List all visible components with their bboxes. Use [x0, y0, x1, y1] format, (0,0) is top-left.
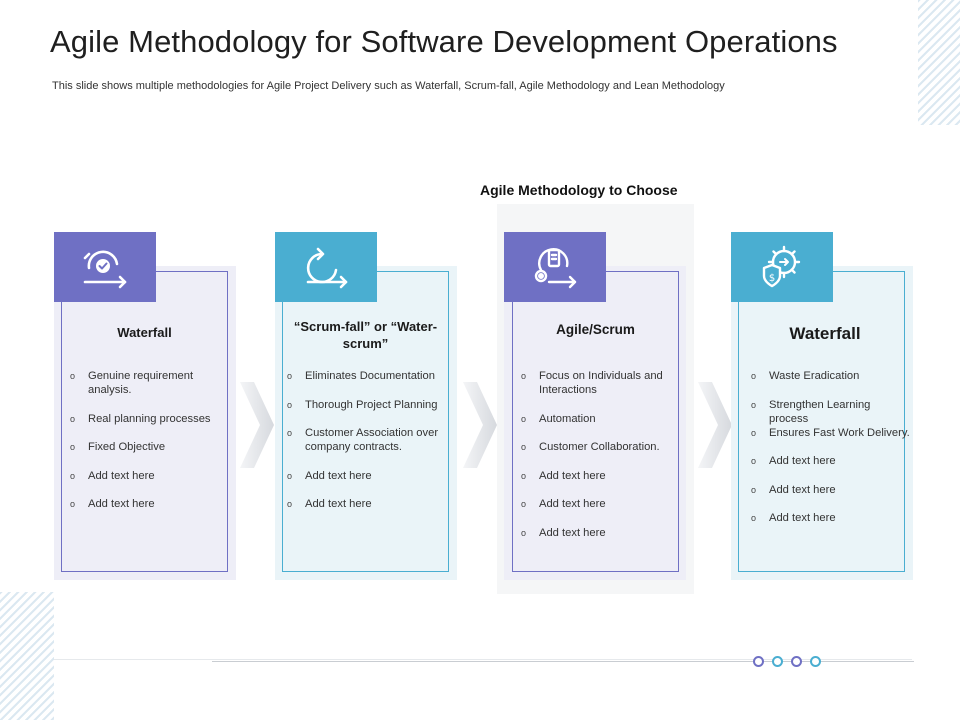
- cycle-check-icon: [83, 250, 127, 289]
- list-item-text: Customer Association over company contra…: [305, 427, 439, 453]
- bullet-marker: o: [521, 371, 527, 381]
- mobile-gear-icon: [534, 248, 577, 289]
- card-bullets: o Genuine requirement analysis. o Real pla…: [70, 369, 230, 526]
- card-icon-box: [54, 232, 156, 302]
- list-item: o Customer Association over company contr…: [287, 426, 452, 454]
- svg-text:$: $: [769, 273, 775, 284]
- bullet-marker: o: [70, 442, 76, 452]
- list-item: o Add text here: [521, 469, 681, 483]
- chevron-right-icon: [463, 382, 497, 468]
- list-item-text: Thorough Project Planning: [305, 398, 438, 411]
- decorative-hatch-top-right: [918, 0, 960, 125]
- list-item-text: Add text here: [769, 512, 836, 524]
- list-item: o Focus on Individuals and Interactions: [521, 369, 681, 397]
- bullet-marker: o: [70, 413, 76, 424]
- choose-label: Agile Methodology to Choose: [480, 182, 678, 198]
- bullet-marker: o: [751, 399, 757, 410]
- bullet-marker: o: [70, 371, 76, 381]
- page-dot: [810, 656, 821, 667]
- list-item-text: Add text here: [769, 455, 836, 467]
- card-title: Agile/Scrum: [556, 322, 635, 337]
- list-item-text: Customer Collaboration.: [539, 441, 660, 453]
- slide-subtitle: This slide shows multiple methodologies …: [52, 80, 725, 92]
- bullet-marker: o: [287, 470, 293, 481]
- list-item-text: Real planning processes: [88, 412, 211, 425]
- list-item-text: Automation: [539, 412, 596, 425]
- card-icon-box: [275, 232, 377, 302]
- list-item: o Add text here: [521, 526, 681, 540]
- card-title: Waterfall: [117, 325, 172, 340]
- list-item: o Genuine requirement analysis.: [70, 369, 230, 397]
- bullet-marker: o: [70, 499, 76, 509]
- chevron-right-icon: [240, 382, 274, 468]
- list-item: o Add text here: [70, 497, 230, 511]
- list-item: o Automation: [521, 412, 681, 426]
- card-title: Waterfall: [789, 324, 861, 343]
- list-item-text: Strengthen Learning process: [769, 398, 871, 425]
- bullet-marker: o: [287, 399, 293, 410]
- list-item-text: Add text here: [539, 526, 606, 539]
- list-item-text: Waste Eradication: [769, 370, 860, 382]
- bullet-marker: o: [70, 470, 76, 481]
- bullet-marker: o: [521, 442, 527, 452]
- list-item: o Add text here: [287, 469, 452, 483]
- bullet-marker: o: [521, 499, 527, 509]
- list-item: o Add text here: [287, 497, 452, 511]
- list-item-text: Ensures Fast Work Delivery.: [769, 426, 910, 439]
- slide-title: Agile Methodology for Software Developme…: [50, 24, 838, 59]
- bullet-marker: o: [521, 413, 527, 424]
- bullet-marker: o: [751, 456, 757, 466]
- page-dot: [753, 656, 764, 667]
- list-item: o Thorough Project Planning: [287, 398, 452, 412]
- list-item-text: Fixed Objective: [88, 441, 166, 453]
- bullet-marker: o: [751, 513, 757, 523]
- page-dot: [772, 656, 783, 667]
- list-item: o Add text here: [751, 454, 911, 468]
- card-icon-box: $: [731, 232, 833, 302]
- bullet-marker: o: [287, 499, 293, 509]
- list-item-text: Add text here: [88, 498, 155, 510]
- list-item: o Add text here: [751, 511, 911, 525]
- list-item-text: Add text here: [539, 469, 606, 482]
- card-bullets: o Waste Eradication o Strengthen Learning …: [751, 369, 911, 540]
- list-item: o Fixed Objective: [70, 440, 230, 454]
- bullet-marker: o: [751, 484, 757, 495]
- card-bullets: o Focus on Individuals and Interactions o…: [521, 369, 681, 554]
- decorative-hatch-bottom-left: [0, 592, 54, 720]
- list-item-text: Genuine requirement analysis.: [88, 370, 194, 396]
- list-item-text: Focus on Individuals and Interactions: [539, 370, 663, 396]
- gear-shield-dollar-icon: $: [762, 245, 801, 288]
- list-item-text: Add text here: [305, 469, 372, 482]
- list-item: o Ensures Fast Work Delivery.: [751, 426, 911, 440]
- card-icon-box: [504, 232, 606, 302]
- page-dot: [791, 656, 802, 667]
- list-item: o Add text here: [70, 469, 230, 483]
- list-item: o Add text here: [521, 497, 681, 511]
- bullet-marker: o: [751, 427, 757, 438]
- card-title: “Scrum-fall” or “Water-scrum”: [293, 319, 438, 351]
- bullet-marker: o: [521, 470, 527, 481]
- list-item: o Real planning processes: [70, 412, 230, 426]
- list-item-text: Add text here: [539, 498, 606, 510]
- bullet-marker: o: [521, 527, 527, 538]
- list-item: o Add text here: [751, 483, 911, 497]
- bullet-marker: o: [287, 428, 293, 438]
- bullet-marker: o: [751, 371, 757, 381]
- card-bullets: o Eliminates Documentation o Thorough Proj…: [287, 369, 452, 526]
- bullet-marker: o: [287, 371, 293, 381]
- list-item: o Eliminates Documentation: [287, 369, 452, 383]
- loop-arrow-icon: [306, 247, 348, 289]
- list-item: o Customer Collaboration.: [521, 440, 681, 454]
- list-item-text: Add text here: [769, 483, 836, 496]
- pagination-dots: [753, 656, 821, 667]
- list-item-text: Add text here: [88, 469, 155, 482]
- list-item-text: Eliminates Documentation: [305, 370, 435, 382]
- list-item-text: Add text here: [305, 498, 372, 510]
- list-item: o Strengthen Learning process: [751, 398, 911, 426]
- chevron-right-icon: [698, 382, 732, 468]
- list-item: o Waste Eradication: [751, 369, 911, 383]
